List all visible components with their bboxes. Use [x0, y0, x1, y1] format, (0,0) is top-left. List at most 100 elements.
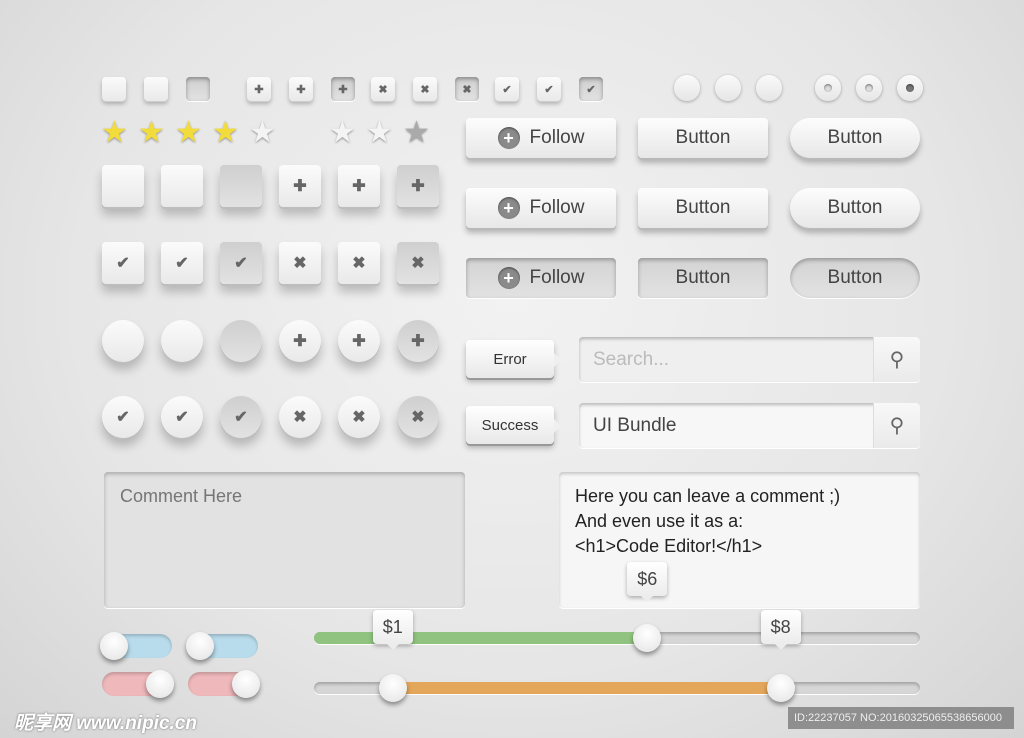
plus-icon: ✚ [352, 333, 366, 350]
search-icon: ⚲ [889, 415, 905, 437]
follow-button[interactable]: + Follow [466, 118, 616, 158]
comment-textarea-filled[interactable]: Here you can leave a comment ;) And even… [559, 472, 920, 608]
check-icon: ✔ [234, 409, 248, 426]
check-icon: ✔ [234, 255, 248, 272]
star-icon[interactable]: ★ [403, 118, 430, 148]
cross-checkbox-small[interactable]: ✖ [371, 77, 395, 101]
radio-dot-icon [865, 84, 873, 92]
round-toggle-cross[interactable]: ✖ [338, 396, 380, 438]
radio-dot[interactable] [815, 75, 841, 101]
square-toggle-check[interactable]: ✔ [102, 242, 144, 284]
slider-2-low-handle[interactable] [378, 674, 407, 702]
square-toggle[interactable] [161, 165, 203, 207]
search-box-empty: ⚲ [579, 337, 920, 382]
slider-1-handle[interactable] [633, 624, 662, 652]
round-toggle-plus[interactable]: ✚ [279, 320, 321, 362]
star-icon[interactable]: ★ [212, 118, 239, 148]
pill-button[interactable]: Button [790, 118, 920, 158]
follow-label: Follow [529, 197, 585, 218]
plus-circle-icon: + [497, 197, 520, 219]
star-icon[interactable]: ★ [138, 118, 165, 148]
search-button[interactable]: ⚲ [873, 337, 920, 382]
toggle-knob[interactable] [100, 632, 128, 660]
check-checkbox-small[interactable]: ✔ [537, 77, 561, 101]
check-checkbox-small[interactable]: ✔ [579, 77, 603, 101]
star-icon[interactable]: ★ [329, 118, 356, 148]
cross-icon: ✖ [352, 409, 366, 426]
square-toggle-check[interactable]: ✔ [161, 242, 203, 284]
square-toggle-cross[interactable]: ✖ [279, 242, 321, 284]
slider-2-low-tooltip: $1 [372, 610, 413, 650]
search-input-filled[interactable] [579, 403, 873, 448]
checkbox-small[interactable] [102, 77, 126, 101]
plus-checkbox-small[interactable]: ✚ [247, 77, 271, 101]
radio-dot[interactable] [897, 75, 923, 101]
cross-icon: ✖ [411, 409, 425, 426]
follow-label: Follow [529, 267, 585, 288]
square-toggle-plus[interactable]: ✚ [338, 165, 380, 207]
search-button[interactable]: ⚲ [873, 403, 920, 448]
square-toggle[interactable] [102, 165, 144, 207]
star-icon[interactable]: ★ [175, 118, 202, 148]
checkbox-small[interactable] [144, 77, 168, 101]
slider-2-high-tooltip: $8 [760, 610, 801, 650]
toggle-knob[interactable] [232, 670, 260, 698]
round-toggle-check[interactable]: ✔ [220, 396, 262, 438]
round-toggle-plus[interactable]: ✚ [397, 320, 439, 362]
cross-checkbox-small[interactable]: ✖ [455, 77, 479, 101]
star-icon[interactable]: ★ [101, 118, 128, 148]
search-icon: ⚲ [889, 349, 905, 371]
comment-textarea-empty[interactable] [104, 472, 465, 608]
round-toggle[interactable] [220, 320, 262, 362]
error-tag: Error [466, 340, 561, 378]
toggle-knob[interactable] [146, 670, 174, 698]
square-toggle[interactable] [220, 165, 262, 207]
button[interactable]: Button [638, 118, 768, 158]
round-toggle[interactable] [161, 320, 203, 362]
search-box-filled: ⚲ [579, 403, 920, 448]
watermark-id: ID:22237057 NO:20160325065538656000 [788, 707, 1014, 729]
cross-checkbox-small[interactable]: ✖ [413, 77, 437, 101]
round-toggle-cross[interactable]: ✖ [279, 396, 321, 438]
check-icon: ✔ [175, 409, 189, 426]
plus-icon: ✚ [293, 178, 307, 195]
checkbox-small[interactable] [186, 77, 210, 101]
toggle-knob[interactable] [186, 632, 214, 660]
star-icon[interactable]: ★ [366, 118, 393, 148]
square-toggle-cross[interactable]: ✖ [338, 242, 380, 284]
slider-2-high-handle[interactable] [766, 674, 795, 702]
radio-small[interactable] [674, 75, 700, 101]
round-toggle-check[interactable]: ✔ [102, 396, 144, 438]
star-icon[interactable]: ★ [249, 118, 276, 148]
round-toggle-cross[interactable]: ✖ [397, 396, 439, 438]
plus-icon: ✚ [352, 178, 366, 195]
plus-circle-icon: + [497, 127, 520, 149]
check-icon: ✔ [586, 83, 596, 96]
square-toggle-plus[interactable]: ✚ [397, 165, 439, 207]
round-toggle-plus[interactable]: ✚ [338, 320, 380, 362]
button[interactable]: Button [638, 188, 768, 228]
round-toggle-check[interactable]: ✔ [161, 396, 203, 438]
round-toggle[interactable] [102, 320, 144, 362]
check-checkbox-small[interactable]: ✔ [495, 77, 519, 101]
button[interactable]: Button [638, 258, 768, 298]
cross-icon: ✖ [293, 255, 307, 272]
follow-label: Follow [529, 127, 585, 148]
radio-small[interactable] [756, 75, 782, 101]
radio-dot[interactable] [856, 75, 882, 101]
search-input[interactable] [579, 337, 873, 382]
square-toggle-cross[interactable]: ✖ [397, 242, 439, 284]
follow-button[interactable]: + Follow [466, 258, 616, 298]
plus-icon: ✚ [338, 83, 348, 96]
plus-checkbox-small[interactable]: ✚ [331, 77, 355, 101]
radio-dot-icon [824, 84, 832, 92]
slider-1-fill [314, 632, 648, 644]
square-toggle-check[interactable]: ✔ [220, 242, 262, 284]
radio-small[interactable] [715, 75, 741, 101]
check-icon: ✔ [116, 409, 130, 426]
square-toggle-plus[interactable]: ✚ [279, 165, 321, 207]
pill-button[interactable]: Button [790, 258, 920, 298]
plus-checkbox-small[interactable]: ✚ [289, 77, 313, 101]
follow-button[interactable]: + Follow [466, 188, 616, 228]
pill-button[interactable]: Button [790, 188, 920, 228]
